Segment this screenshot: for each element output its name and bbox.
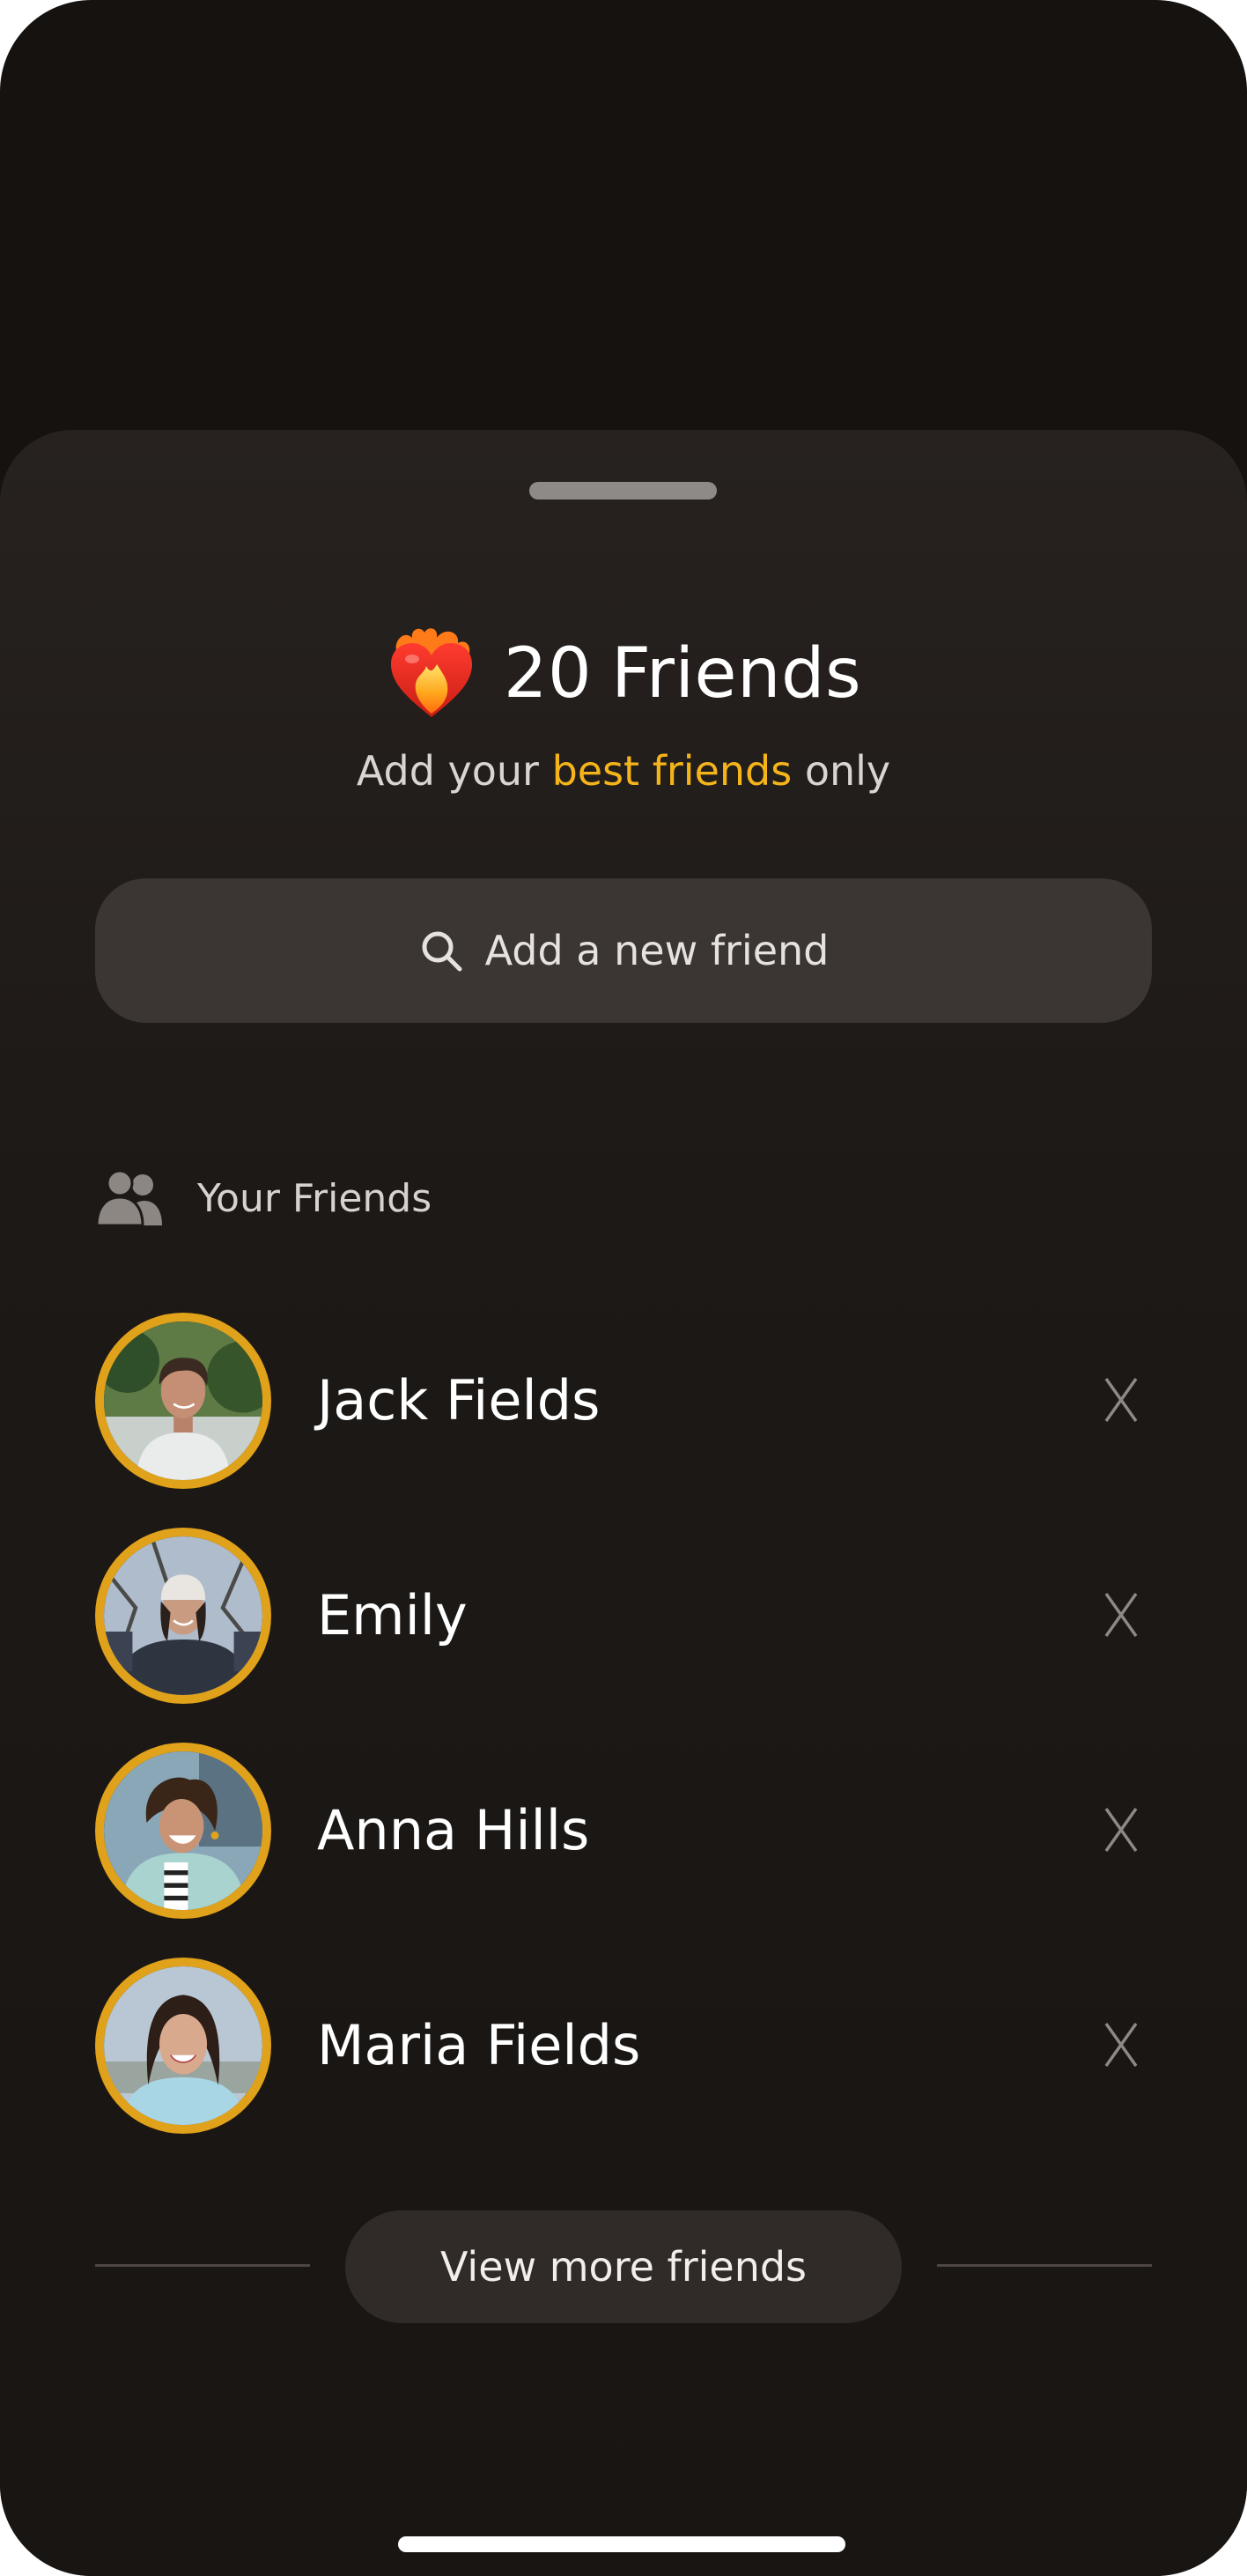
search-label: Add a new friend bbox=[484, 927, 830, 974]
subtitle-suffix: only bbox=[792, 747, 891, 795]
remove-friend-button[interactable] bbox=[1090, 2014, 1152, 2076]
friends-count: 20 bbox=[503, 634, 593, 714]
sheet-grabber-handle[interactable] bbox=[529, 482, 717, 500]
heart-on-fire-icon bbox=[390, 628, 472, 717]
friend-row: Emily bbox=[95, 1528, 1152, 1704]
subtitle-accent: best friends bbox=[551, 747, 793, 795]
divider-right bbox=[937, 2264, 1152, 2267]
close-icon bbox=[1104, 1807, 1138, 1853]
avatar[interactable] bbox=[95, 1958, 271, 2134]
home-indicator bbox=[398, 2536, 845, 2552]
view-more-label: View more friends bbox=[439, 2243, 808, 2291]
divider-left bbox=[95, 2264, 310, 2267]
avatar[interactable] bbox=[95, 1313, 271, 1489]
subtitle-prefix: Add your bbox=[356, 747, 552, 795]
close-icon bbox=[1104, 1592, 1138, 1638]
search-icon bbox=[422, 931, 462, 972]
friend-row: Jack Fields bbox=[95, 1313, 1152, 1489]
remove-friend-button[interactable] bbox=[1090, 1584, 1152, 1646]
friend-name: Maria Fields bbox=[317, 2013, 641, 2077]
friend-row: Anna Hills bbox=[95, 1743, 1152, 1919]
remove-friend-button[interactable] bbox=[1090, 1369, 1152, 1431]
friend-name: Anna Hills bbox=[317, 1798, 590, 1862]
friend-row: Maria Fields bbox=[95, 1958, 1152, 2134]
avatar[interactable] bbox=[95, 1743, 271, 1919]
friend-name: Jack Fields bbox=[317, 1368, 601, 1432]
add-friend-search-button[interactable]: Add a new friend bbox=[95, 878, 1152, 1023]
title-label: Friends bbox=[611, 634, 862, 714]
your-friends-header: Your Friends bbox=[97, 1163, 432, 1233]
phone-screen: 20 Friends Add your best friends only Add… bbox=[0, 0, 1247, 2576]
remove-friend-button[interactable] bbox=[1090, 1799, 1152, 1861]
people-icon bbox=[97, 1171, 162, 1225]
avatar[interactable] bbox=[95, 1528, 271, 1704]
subtitle: Add your best friends only bbox=[0, 747, 1247, 795]
page-title: 20 Friends bbox=[504, 634, 861, 714]
close-icon bbox=[1104, 2022, 1138, 2068]
friends-count-header: 20 Friends bbox=[0, 617, 1247, 731]
section-label: Your Friends bbox=[197, 1175, 432, 1221]
view-more-friends-button[interactable]: View more friends bbox=[345, 2210, 902, 2323]
friend-name: Emily bbox=[317, 1583, 468, 1647]
close-icon bbox=[1104, 1377, 1138, 1423]
